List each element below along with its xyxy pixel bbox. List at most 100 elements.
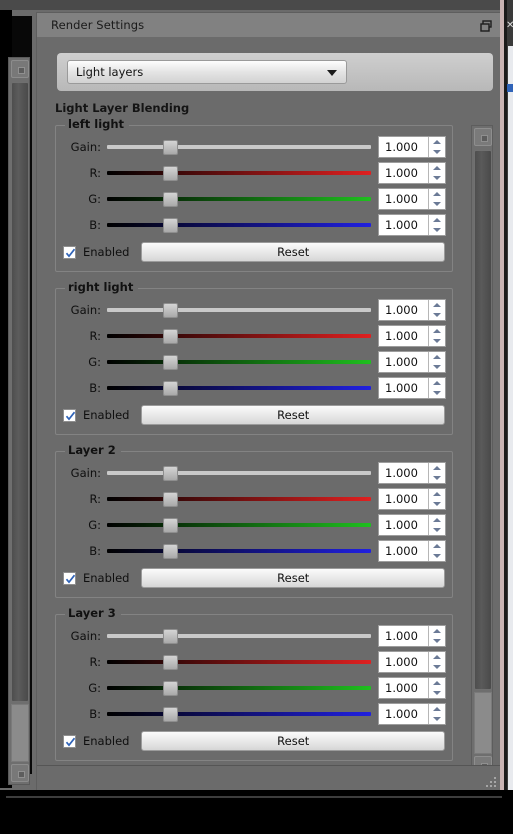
spinbox-value-blue[interactable]: 1.000 — [379, 541, 428, 561]
slider-handle-blue[interactable] — [163, 544, 178, 559]
slider-handle-red[interactable] — [163, 329, 178, 344]
spinbox-decrement-icon[interactable] — [429, 147, 445, 157]
spinbox-decrement-icon[interactable] — [429, 525, 445, 535]
scroll-thumb[interactable] — [474, 150, 492, 690]
slider-handle-gain[interactable] — [163, 629, 178, 644]
spinbox-value-green[interactable]: 1.000 — [379, 515, 428, 535]
left-vertical-scrollbar[interactable] — [8, 57, 30, 785]
preset-combo[interactable]: Light layers — [67, 60, 347, 84]
slider-blue[interactable] — [107, 377, 371, 399]
spinbox-increment-icon[interactable] — [429, 326, 445, 336]
spinbox-decrement-icon[interactable] — [429, 310, 445, 320]
spinbox-value-gain[interactable]: 1.000 — [379, 137, 428, 157]
spinbox-value-gain[interactable]: 1.000 — [379, 463, 428, 483]
spinbox-increment-icon[interactable] — [429, 189, 445, 199]
slider-green[interactable] — [107, 188, 371, 210]
spinbox-increment-icon[interactable] — [429, 137, 445, 147]
slider-handle-green[interactable] — [163, 518, 178, 533]
reset-button[interactable]: Reset — [141, 242, 445, 262]
slider-handle-red[interactable] — [163, 166, 178, 181]
spinbox-decrement-icon[interactable] — [429, 473, 445, 483]
dock-title-bar[interactable]: Render Settings — [37, 13, 501, 37]
slider-handle-green[interactable] — [163, 192, 178, 207]
slider-green[interactable] — [107, 514, 371, 536]
slider-blue[interactable] — [107, 214, 371, 236]
scroll-thumb-left[interactable] — [11, 82, 29, 702]
scroll-down-button-left[interactable] — [11, 764, 29, 782]
slider-handle-blue[interactable] — [163, 218, 178, 233]
slider-gain[interactable] — [107, 136, 371, 158]
slider-gain[interactable] — [107, 299, 371, 321]
slider-handle-gain[interactable] — [163, 140, 178, 155]
spinbox-gain[interactable]: 1.000 — [378, 136, 446, 158]
spinbox-increment-icon[interactable] — [429, 352, 445, 362]
spinbox-increment-icon[interactable] — [429, 678, 445, 688]
spinbox-value-green[interactable]: 1.000 — [379, 189, 428, 209]
spinbox-decrement-icon[interactable] — [429, 688, 445, 698]
spinbox-red[interactable]: 1.000 — [378, 651, 446, 673]
reset-button[interactable]: Reset — [141, 568, 445, 588]
spinbox-value-green[interactable]: 1.000 — [379, 352, 428, 372]
slider-green[interactable] — [107, 677, 371, 699]
spinbox-blue[interactable]: 1.000 — [378, 540, 446, 562]
spinbox-red[interactable]: 1.000 — [378, 488, 446, 510]
slider-handle-gain[interactable] — [163, 303, 178, 318]
spinbox-gain[interactable]: 1.000 — [378, 625, 446, 647]
spinbox-value-gain[interactable]: 1.000 — [379, 300, 428, 320]
reset-button[interactable]: Reset — [141, 405, 445, 425]
spinbox-value-red[interactable]: 1.000 — [379, 652, 428, 672]
spinbox-decrement-icon[interactable] — [429, 362, 445, 372]
spinbox-increment-icon[interactable] — [429, 163, 445, 173]
enabled-checkbox[interactable] — [63, 734, 76, 748]
panel-vertical-scrollbar[interactable] — [471, 125, 493, 777]
spinbox-increment-icon[interactable] — [429, 300, 445, 310]
spinbox-increment-icon[interactable] — [429, 541, 445, 551]
slider-red[interactable] — [107, 325, 371, 347]
spinbox-decrement-icon[interactable] — [429, 225, 445, 235]
scroll-up-button[interactable] — [474, 128, 492, 146]
reset-button[interactable]: Reset — [141, 731, 445, 751]
scroll-track-left[interactable] — [11, 704, 29, 762]
slider-blue[interactable] — [107, 703, 371, 725]
slider-handle-gain[interactable] — [163, 466, 178, 481]
slider-gain[interactable] — [107, 462, 371, 484]
spinbox-value-red[interactable]: 1.000 — [379, 326, 428, 346]
close-icon[interactable]: ✕ — [506, 20, 513, 32]
slider-handle-red[interactable] — [163, 492, 178, 507]
spinbox-decrement-icon[interactable] — [429, 551, 445, 561]
slider-red[interactable] — [107, 162, 371, 184]
spinbox-blue[interactable]: 1.000 — [378, 377, 446, 399]
slider-handle-red[interactable] — [163, 655, 178, 670]
slider-green[interactable] — [107, 351, 371, 373]
enabled-checkbox[interactable] — [63, 571, 76, 585]
spinbox-red[interactable]: 1.000 — [378, 162, 446, 184]
slider-handle-blue[interactable] — [163, 707, 178, 722]
spinbox-decrement-icon[interactable] — [429, 336, 445, 346]
slider-handle-blue[interactable] — [163, 381, 178, 396]
spinbox-decrement-icon[interactable] — [429, 662, 445, 672]
slider-blue[interactable] — [107, 540, 371, 562]
resize-grip-icon[interactable] — [485, 776, 496, 787]
float-restore-icon[interactable] — [479, 18, 493, 32]
spinbox-increment-icon[interactable] — [429, 626, 445, 636]
slider-handle-green[interactable] — [163, 355, 178, 370]
spinbox-gain[interactable]: 1.000 — [378, 462, 446, 484]
spinbox-increment-icon[interactable] — [429, 704, 445, 714]
spinbox-decrement-icon[interactable] — [429, 714, 445, 724]
enabled-checkbox[interactable] — [63, 245, 76, 259]
spinbox-value-red[interactable]: 1.000 — [379, 489, 428, 509]
spinbox-green[interactable]: 1.000 — [378, 514, 446, 536]
spinbox-increment-icon[interactable] — [429, 463, 445, 473]
spinbox-increment-icon[interactable] — [429, 515, 445, 525]
spinbox-value-gain[interactable]: 1.000 — [379, 626, 428, 646]
spinbox-decrement-icon[interactable] — [429, 173, 445, 183]
slider-handle-green[interactable] — [163, 681, 178, 696]
spinbox-green[interactable]: 1.000 — [378, 188, 446, 210]
spinbox-decrement-icon[interactable] — [429, 199, 445, 209]
slider-red[interactable] — [107, 488, 371, 510]
enabled-checkbox[interactable] — [63, 408, 76, 422]
spinbox-green[interactable]: 1.000 — [378, 677, 446, 699]
spinbox-blue[interactable]: 1.000 — [378, 703, 446, 725]
spinbox-decrement-icon[interactable] — [429, 388, 445, 398]
spinbox-increment-icon[interactable] — [429, 652, 445, 662]
